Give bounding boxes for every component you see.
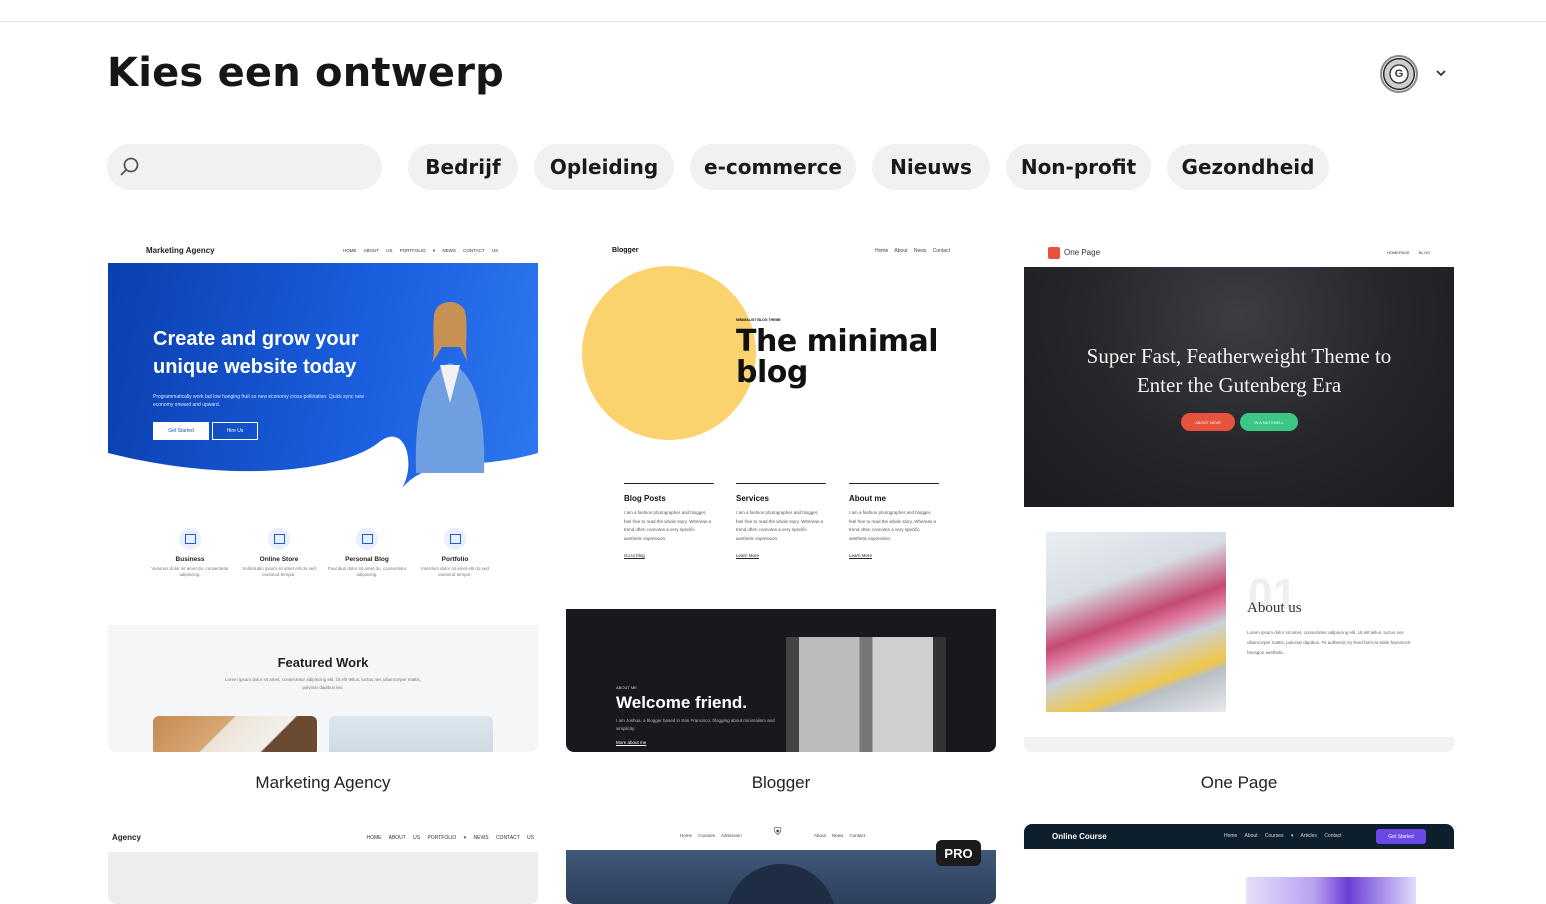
preview-menu: HOME ABOUT US PORTFOLIO ▾ NEWS CONTACT U… bbox=[343, 248, 498, 253]
top-divider bbox=[0, 21, 1546, 22]
preview-dark-section: ABOUT ME Welcome friend. I am Joshua, a … bbox=[566, 609, 996, 752]
category-chip-opleiding[interactable]: Opleiding bbox=[534, 144, 674, 190]
preview-nutshell-button: IN A NUTSHELL bbox=[1240, 413, 1298, 431]
work-image bbox=[153, 716, 317, 752]
search-input[interactable] bbox=[151, 144, 371, 190]
template-name-one-page[interactable]: One Page bbox=[1024, 773, 1454, 793]
preview-feature-store: Online Store Sollicitudin ipsum sit amet… bbox=[239, 528, 319, 578]
template-name-blogger[interactable]: Blogger bbox=[566, 773, 996, 793]
preview-hire-us-button: Hire Us bbox=[212, 422, 258, 440]
briefcase-icon bbox=[179, 528, 201, 550]
pro-badge: PRO bbox=[936, 840, 981, 866]
preview-logo: Online Course bbox=[1052, 832, 1107, 841]
avatar-initial: G bbox=[1394, 68, 1404, 80]
portfolio-icon bbox=[444, 528, 466, 550]
train-photo bbox=[1046, 532, 1226, 712]
document-icon bbox=[356, 528, 378, 550]
category-chip-nonprofit[interactable]: Non-profit bbox=[1006, 144, 1151, 190]
category-chip-nieuws[interactable]: Nieuws bbox=[872, 144, 990, 190]
preview-menu: Home About News Contact bbox=[874, 248, 950, 254]
chevron-down-icon[interactable] bbox=[1434, 66, 1448, 80]
preview-about-desc: Lorem ipsum dolor sit amet, consectetur … bbox=[1247, 630, 1411, 655]
preview-column: Blog Posts I am a fashion photographer a… bbox=[624, 483, 714, 558]
preview-about-title: About us bbox=[1247, 600, 1302, 616]
category-chip-bedrijf[interactable]: Bedrijf bbox=[408, 144, 518, 190]
preview-logo: Agency bbox=[112, 833, 141, 842]
preview-hero: Create and grow your unique website today… bbox=[108, 263, 538, 508]
preview-kicker: MINIMALIST BLOG THEME bbox=[736, 318, 781, 322]
cart-icon bbox=[268, 528, 290, 550]
preview-column: About me I am a fashion photographer and… bbox=[849, 483, 939, 558]
search-icon bbox=[120, 157, 139, 176]
user-avatar[interactable]: G bbox=[1380, 55, 1418, 93]
preview-get-started-button: Get Started bbox=[153, 422, 209, 440]
template-card-agency[interactable]: Agency HOME ABOUT US PORTFOLIO ▾ NEWS CO… bbox=[108, 824, 538, 904]
preview-nav: Online Course Home About Courses ▾ Artic… bbox=[1024, 824, 1454, 849]
category-chip-gezondheid[interactable]: Gezondheid bbox=[1167, 144, 1329, 190]
category-chip-ecommerce[interactable]: e-commerce bbox=[690, 144, 856, 190]
preview-title: The minimal blog bbox=[736, 324, 939, 390]
preview-hero: Super Fast, Featherweight Theme to Enter … bbox=[1024, 267, 1454, 507]
template-name-marketing-agency[interactable]: Marketing Agency bbox=[108, 773, 538, 793]
preview-menu: HOME ABOUT US PORTFOLIO ▾ NEWS CONTACT U… bbox=[366, 835, 535, 841]
search-box[interactable] bbox=[107, 144, 382, 190]
page-title: Kies een ontwerp bbox=[107, 50, 504, 96]
preview-featured-work: Featured Work Lorem ipsum dolor sit amet… bbox=[108, 625, 538, 752]
preview-menu: Home Courses Admission bbox=[680, 833, 742, 838]
preview-hero bbox=[108, 852, 538, 904]
preview-menu: HOMEPAGE BLOG bbox=[1386, 250, 1430, 255]
template-card-one-page[interactable]: One Page HOMEPAGE BLOG Super Fast, Feath… bbox=[1024, 240, 1454, 752]
preview-column: Services I am a fashion photographer and… bbox=[736, 483, 826, 558]
preview-feature-blog: Personal Blog Faucibus dolor sit amet do… bbox=[327, 528, 407, 578]
onepage-logo-icon bbox=[1048, 247, 1060, 259]
preview-menu: About News Contact bbox=[814, 833, 866, 838]
door-photo bbox=[786, 637, 946, 752]
template-card-university[interactable]: Home Courses Admission ⛨ About News Cont… bbox=[566, 824, 996, 904]
preview-about-button: ABOUT NEVE bbox=[1181, 413, 1235, 431]
work-image bbox=[329, 716, 493, 752]
yellow-circle bbox=[582, 266, 756, 440]
preview-feature-business: Business Vivamus dolor sit amet do, cons… bbox=[150, 528, 230, 578]
preview-footer bbox=[1024, 737, 1454, 752]
preview-logo: One Page bbox=[1064, 248, 1101, 257]
preview-hero bbox=[1246, 877, 1416, 904]
preview-headline: Create and grow your unique website today bbox=[153, 328, 359, 378]
preview-headline: Super Fast, Featherweight Theme to Enter … bbox=[1086, 344, 1392, 397]
shield-icon: ⛨ bbox=[774, 827, 782, 838]
preview-feature-portfolio: Portfolio Interdum dolor sit amet elit d… bbox=[415, 528, 495, 578]
preview-logo: Blogger bbox=[612, 247, 639, 254]
preview-get-started-button: Get Started bbox=[1376, 829, 1426, 844]
preview-menu: Home About Courses ▾ Articles Contact bbox=[1224, 833, 1342, 839]
preview-subtext: Programmatically work but low hanging fr… bbox=[153, 394, 364, 408]
woman-photo-icon bbox=[415, 302, 485, 473]
preview-nav: Marketing Agency HOME ABOUT US PORTFOLIO… bbox=[108, 240, 538, 263]
template-card-blogger[interactable]: Blogger Home About News Contact MINIMALI… bbox=[566, 240, 996, 752]
template-card-online-course[interactable]: Online Course Home About Courses ▾ Artic… bbox=[1024, 824, 1454, 904]
preview-logo: Marketing Agency bbox=[146, 246, 215, 255]
template-card-marketing-agency[interactable]: Marketing Agency HOME ABOUT US PORTFOLIO… bbox=[108, 240, 538, 752]
